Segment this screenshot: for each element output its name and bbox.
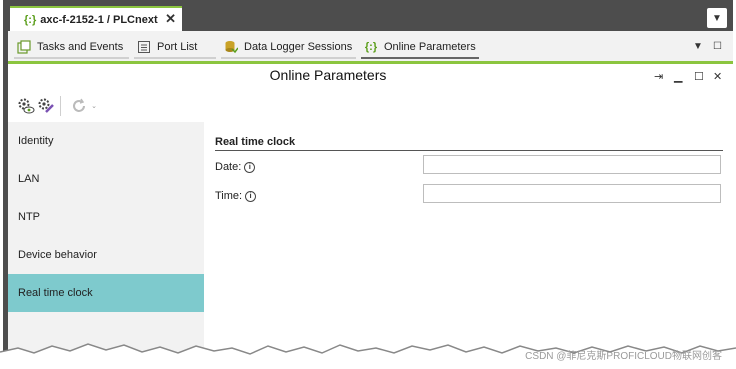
close-icon[interactable]: ✕ xyxy=(713,70,722,83)
tab-label: Tasks and Events xyxy=(37,41,124,53)
tab-label: Online Parameters xyxy=(384,41,476,53)
time-label: Time: i xyxy=(215,190,257,202)
page-title: Online Parameters xyxy=(269,67,387,83)
tab-port-list[interactable]: Port List xyxy=(134,37,216,59)
chevron-down-icon[interactable]: ⌄ xyxy=(89,96,99,116)
sidebar-item-identity[interactable]: Identity xyxy=(8,122,204,160)
field-label: Date: xyxy=(215,161,242,173)
sidebar-item-real-time-clock[interactable]: Real time clock xyxy=(8,274,204,312)
minimize-icon[interactable]: ▁ xyxy=(674,70,682,83)
date-label: Date: i xyxy=(215,161,256,173)
detail-pane: Real time clock Date: i Time: i xyxy=(215,136,723,209)
chevron-down-icon[interactable]: ▼ xyxy=(693,41,703,52)
sidebar-item-lan[interactable]: LAN xyxy=(8,160,204,198)
tab-tasks-and-events[interactable]: Tasks and Events xyxy=(14,37,129,59)
maximize-icon[interactable]: ☐ xyxy=(713,41,722,52)
field-label: Time: xyxy=(215,190,243,202)
document-tab-title: axc-f-2152-1 / PLCnext xyxy=(40,13,158,26)
sidebar: Identity LAN NTP Device behavior Real ti… xyxy=(8,122,204,352)
edit-settings-icon[interactable] xyxy=(36,96,56,116)
maximize-icon[interactable]: ☐ xyxy=(694,70,704,83)
tab-label: Port List xyxy=(157,41,198,53)
view-settings-icon[interactable] xyxy=(16,96,36,116)
list-icon xyxy=(137,40,151,54)
action-toolbar: ⌄ xyxy=(16,95,99,117)
tab-label: Data Logger Sessions xyxy=(244,41,353,53)
tab-online-parameters[interactable]: {:} Online Parameters xyxy=(361,37,479,59)
braces-icon: {:} xyxy=(364,41,378,53)
refresh-icon[interactable] xyxy=(69,96,89,116)
tasks-icon xyxy=(17,40,31,54)
editor-tabs-bar: Tasks and Events Port List Data Logger S… xyxy=(8,31,733,64)
close-icon[interactable]: ✕ xyxy=(165,11,176,27)
watermark: CSDN @菲尼克斯PROFICLOUD物联网创客 xyxy=(525,351,722,362)
braces-icon: {:} xyxy=(24,13,37,26)
toolbar-divider xyxy=(60,96,61,116)
info-icon[interactable]: i xyxy=(244,161,256,173)
chevron-down-icon[interactable]: ▼ xyxy=(707,8,727,28)
sidebar-item-ntp[interactable]: NTP xyxy=(8,198,204,236)
sidebar-item-device-behavior[interactable]: Device behavior xyxy=(8,236,204,274)
tab-data-logger-sessions[interactable]: Data Logger Sessions xyxy=(221,37,356,59)
section-title: Real time clock xyxy=(215,136,723,151)
date-field[interactable] xyxy=(423,155,721,174)
time-field[interactable] xyxy=(423,184,721,203)
date-row: Date: i xyxy=(215,151,723,180)
document-tab[interactable]: {:} axc-f-2152-1 / PLCnext ✕ xyxy=(10,6,182,31)
app-window: {:} axc-f-2152-1 / PLCnext ✕ ▼ Tasks and… xyxy=(3,0,733,352)
info-icon[interactable]: i xyxy=(245,190,257,202)
time-row: Time: i xyxy=(215,180,723,209)
pin-icon[interactable]: ⇥ xyxy=(654,70,663,83)
editor-panel: Tasks and Events Port List Data Logger S… xyxy=(8,31,733,352)
database-icon xyxy=(224,40,238,54)
